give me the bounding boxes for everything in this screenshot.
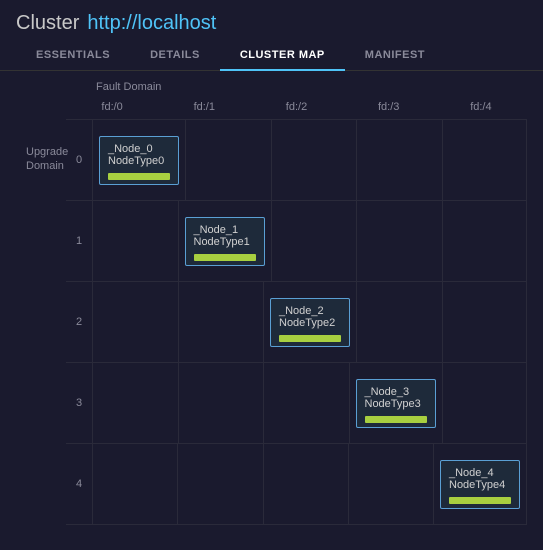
- column-headers: fd:/0 fd:/1 fd:/2 fd:/3 fd:/4: [66, 97, 527, 117]
- upgrade-domain-text-line1: Upgrade: [26, 145, 56, 159]
- cell-1-4: [442, 201, 528, 281]
- grid-area: fd:/0 fd:/1 fd:/2 fd:/3 fd:/4 0 _Node_0 …: [66, 97, 527, 525]
- row-label-3: 3: [66, 363, 92, 443]
- row-4-cells: _Node_4 NodeType4: [92, 444, 527, 524]
- node-card-0[interactable]: _Node_0 NodeType0: [99, 136, 179, 185]
- page-header: Cluster http://localhost: [0, 0, 543, 41]
- cell-1-1: _Node_1 NodeType1: [178, 201, 271, 281]
- cell-3-3: _Node_3 NodeType3: [349, 363, 442, 443]
- row-label-1: 1: [66, 201, 92, 281]
- row-3-cells: _Node_3 NodeType3: [92, 363, 527, 443]
- row-label-2: 2: [66, 282, 92, 362]
- node-card-4[interactable]: _Node_4 NodeType4: [440, 460, 520, 509]
- node-bar-3: [365, 416, 427, 423]
- nav-essentials[interactable]: ESSENTIALS: [16, 41, 130, 70]
- node-card-1[interactable]: _Node_1 NodeType1: [185, 217, 265, 266]
- col-header-3: fd:/3: [343, 97, 435, 117]
- nav-cluster-map[interactable]: CLUSTER MAP: [220, 41, 345, 71]
- cell-3-0: [92, 363, 178, 443]
- cell-2-3: [356, 282, 442, 362]
- fault-domain-label: Fault Domain: [96, 81, 527, 93]
- cell-1-2: [271, 201, 357, 281]
- grid-rows: 0 _Node_0 NodeType0: [66, 119, 527, 525]
- nav-manifest[interactable]: MANIFEST: [345, 41, 445, 70]
- node-type-3: NodeType3: [365, 398, 421, 410]
- node-type-0: NodeType0: [108, 155, 164, 167]
- cell-2-1: [178, 282, 264, 362]
- cell-2-0: [92, 282, 178, 362]
- cell-4-1: [177, 444, 262, 524]
- grid-row-1: 1 _Node_1 NodeType1: [66, 200, 527, 281]
- node-bar-1: [194, 254, 256, 261]
- cell-4-3: [348, 444, 433, 524]
- col-header-2: fd:/2: [250, 97, 342, 117]
- header-cluster-label: Cluster: [16, 12, 79, 35]
- col-header-1: fd:/1: [158, 97, 250, 117]
- cell-2-4: [442, 282, 528, 362]
- cell-2-2: _Node_2 NodeType2: [263, 282, 356, 362]
- main-content: Fault Domain Upgrade Domain fd:/0 fd:/1 …: [0, 71, 543, 535]
- cluster-grid-wrapper: Upgrade Domain fd:/0 fd:/1 fd:/2 fd:/3 f…: [16, 97, 527, 525]
- node-bar-0: [108, 173, 170, 180]
- cell-0-1: [185, 120, 271, 200]
- header-url: http://localhost: [87, 12, 216, 35]
- cell-0-0: _Node_0 NodeType0: [92, 120, 185, 200]
- cell-3-1: [178, 363, 264, 443]
- node-name-0: _Node_0: [108, 143, 153, 155]
- grid-row-3: 3 _Node_3 NodeType3: [66, 362, 527, 443]
- cell-4-0: [92, 444, 177, 524]
- node-bar-2: [279, 335, 341, 342]
- node-name-2: _Node_2: [279, 305, 324, 317]
- node-card-3[interactable]: _Node_3 NodeType3: [356, 379, 436, 428]
- cell-0-4: [442, 120, 528, 200]
- node-name-3: _Node_3: [365, 386, 410, 398]
- upgrade-domain-label: Upgrade Domain: [16, 97, 66, 525]
- grid-row-2: 2 _Node_2 NodeType2: [66, 281, 527, 362]
- row-2-cells: _Node_2 NodeType2: [92, 282, 527, 362]
- row-label-4: 4: [66, 444, 92, 524]
- node-name-1: _Node_1: [194, 224, 239, 236]
- cell-3-2: [263, 363, 349, 443]
- grid-row-0: 0 _Node_0 NodeType0: [66, 119, 527, 200]
- node-card-2[interactable]: _Node_2 NodeType2: [270, 298, 350, 347]
- cell-4-2: [263, 444, 348, 524]
- node-bar-4: [449, 497, 511, 504]
- cell-4-4: _Node_4 NodeType4: [433, 444, 527, 524]
- grid-row-4: 4 _Node_4 NodeType4: [66, 443, 527, 525]
- upgrade-domain-text-line2: Domain: [26, 159, 56, 173]
- cell-3-4: [442, 363, 528, 443]
- cell-0-2: [271, 120, 357, 200]
- node-type-4: NodeType4: [449, 479, 505, 491]
- col-header-0: fd:/0: [66, 97, 158, 117]
- node-type-1: NodeType1: [194, 236, 250, 248]
- node-name-4: _Node_4: [449, 467, 494, 479]
- navigation-bar: ESSENTIALS DETAILS CLUSTER MAP MANIFEST: [0, 41, 543, 71]
- col-header-4: fd:/4: [435, 97, 527, 117]
- row-1-cells: _Node_1 NodeType1: [92, 201, 527, 281]
- nav-details[interactable]: DETAILS: [130, 41, 220, 70]
- row-0-cells: _Node_0 NodeType0: [92, 120, 527, 200]
- node-type-2: NodeType2: [279, 317, 335, 329]
- cell-1-0: [92, 201, 178, 281]
- cell-0-3: [356, 120, 442, 200]
- cell-1-3: [356, 201, 442, 281]
- row-label-0: 0: [66, 120, 92, 200]
